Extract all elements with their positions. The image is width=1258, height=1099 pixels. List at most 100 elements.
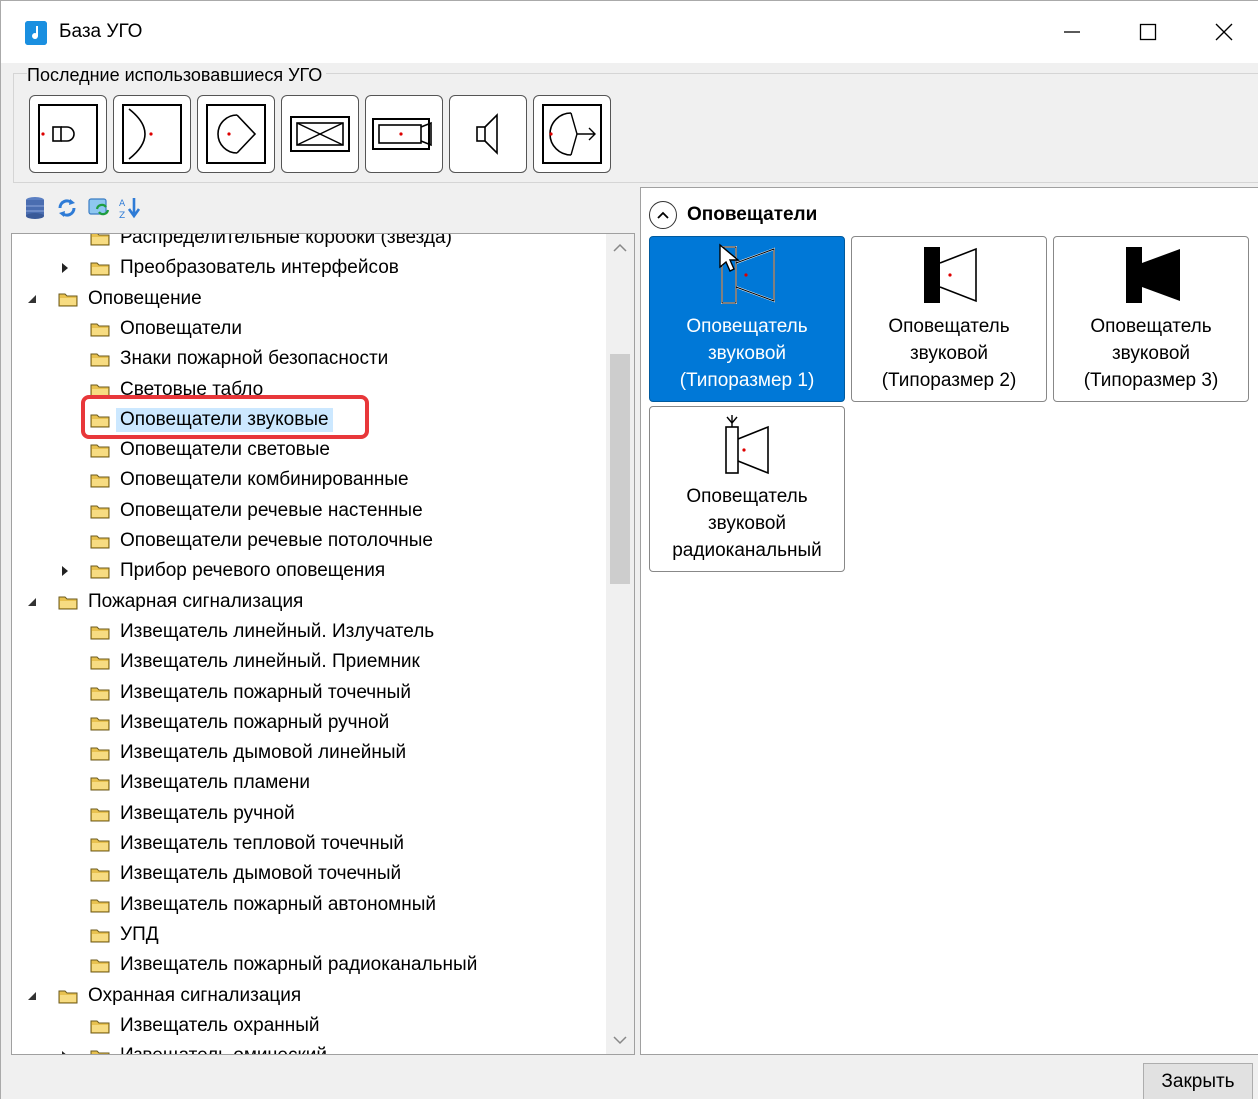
mouse-cursor-icon xyxy=(719,243,740,272)
folder-icon xyxy=(90,1048,110,1054)
collapsed-triangle-icon[interactable] xyxy=(58,1048,72,1054)
tree-item[interactable]: Оповещатели xyxy=(12,314,602,344)
symbol-tile-size-2[interactable]: Оповещатель звуковой (Типоразмер 2) xyxy=(851,236,1047,402)
chevron-up-icon[interactable] xyxy=(649,201,677,229)
recent-camera-symbol[interactable] xyxy=(365,95,443,173)
tree-item-label: Извещатель пламени xyxy=(120,772,310,794)
tree-item[interactable]: Пожарная сигнализация xyxy=(12,587,602,617)
folder-icon xyxy=(90,321,110,337)
tree-item-label: Световые табло xyxy=(120,378,264,400)
tree-item[interactable]: Извещатель линейный. Приемник xyxy=(12,647,602,677)
folder-icon xyxy=(90,503,110,519)
tree-item[interactable]: Извещатель тепловой точечный xyxy=(12,829,602,859)
tree-item[interactable]: Оповещатели речевые потолочные xyxy=(12,526,602,556)
tree-item[interactable]: Извещатель ручной xyxy=(12,799,602,829)
symbol-tile-size-3[interactable]: Оповещатель звуковой (Типоразмер 3) xyxy=(1053,236,1249,402)
folder-icon xyxy=(90,654,110,670)
tile-line-1: Оповещатель xyxy=(686,486,808,507)
expanded-triangle-icon[interactable] xyxy=(26,291,40,307)
folder-icon xyxy=(58,594,78,610)
tree-item-label: Извещатель линейный. Приемник xyxy=(120,651,420,673)
folder-icon xyxy=(90,351,110,367)
tree-item[interactable]: Оповещатели речевые настенные xyxy=(12,496,602,526)
tree-item[interactable]: Преобразователь интерфейсов xyxy=(12,253,602,283)
collapsed-triangle-icon[interactable] xyxy=(58,260,72,276)
tree-toolbar: AZ xyxy=(23,195,143,225)
title-bar: База УГО xyxy=(1,1,1258,63)
recent-speaker-symbol[interactable] xyxy=(29,95,107,173)
symbol-tile-size-1[interactable]: Оповещатель звуковой (Типоразмер 1) xyxy=(649,236,845,402)
tree-item-label: Оповещатели звуковые xyxy=(116,407,333,432)
tree-item-label: Извещатель охранный xyxy=(120,1014,320,1036)
symbol-tile-radio[interactable]: Оповещатель звуковой радиоканальный xyxy=(649,406,845,572)
folder-icon xyxy=(90,745,110,761)
scroll-up-icon[interactable] xyxy=(610,238,630,258)
folder-icon xyxy=(90,624,110,640)
svg-text:A: A xyxy=(119,199,126,209)
scroll-thumb[interactable] xyxy=(610,354,630,584)
tree-item-label: Знаки пожарной безопасности xyxy=(120,348,389,370)
tree-item[interactable]: Охранная сигнализация xyxy=(12,981,602,1011)
recent-semicircle-arrow-symbol[interactable] xyxy=(197,95,275,173)
tree-item-label: Оповещатели речевые настенные xyxy=(120,499,423,521)
tile-line-2: звуковой xyxy=(909,343,989,364)
tree-item-label: Преобразователь интерфейсов xyxy=(120,257,399,279)
tree-item[interactable]: Оповещатели световые xyxy=(12,435,602,465)
tile-line-3: (Типоразмер 3) xyxy=(1083,370,1219,391)
recent-crossed-box-symbol[interactable] xyxy=(281,95,359,173)
recent-arc-arrow-symbol[interactable] xyxy=(533,95,611,173)
expanded-triangle-icon[interactable] xyxy=(26,594,40,610)
tile-line-3: радиоканальный xyxy=(672,540,822,561)
tree-item[interactable]: Оповещение xyxy=(12,284,602,314)
tree-item[interactable]: Извещатель пожарный радиоканальный xyxy=(12,950,602,980)
tile-line-1: Оповещатель xyxy=(686,316,808,337)
recent-wall-arc-symbol[interactable] xyxy=(113,95,191,173)
tree-scrollbar[interactable] xyxy=(606,234,634,1054)
tree-item-label: Извещатель дымовой линейный xyxy=(120,742,407,764)
close-button[interactable]: Закрыть xyxy=(1143,1063,1253,1099)
database-icon[interactable] xyxy=(23,195,47,221)
maximize-button[interactable] xyxy=(1113,1,1183,63)
folder-icon xyxy=(90,382,110,398)
tree-item[interactable]: Извещатель дымовой линейный xyxy=(12,738,602,768)
tree-item[interactable]: Извещатель дымовой точечный xyxy=(12,859,602,889)
tree-item-label: Извещатель тепловой точечный xyxy=(120,833,404,854)
tree-item[interactable]: Световые табло xyxy=(12,375,602,405)
folder-icon xyxy=(90,685,110,701)
tree-item[interactable]: Извещатель пламени xyxy=(12,768,602,798)
tree-item[interactable]: Извещатель охранный xyxy=(12,1011,602,1041)
tree-item[interactable]: Оповещатели звуковые xyxy=(12,405,602,435)
tree-item-label: Извещатель дымовой точечный xyxy=(120,863,402,885)
folder-icon xyxy=(58,988,78,1004)
tree-item[interactable]: Извещатель пожарный ручной xyxy=(12,708,602,738)
folder-icon xyxy=(90,897,110,913)
scroll-down-icon[interactable] xyxy=(610,1030,630,1050)
tree-item[interactable]: Распределительные коробки (звезда) xyxy=(12,233,602,253)
folder-icon xyxy=(90,472,110,488)
tree-item[interactable]: Извещатель линейный. Излучатель xyxy=(12,617,602,647)
tree-item-label: Извещатель пожарный точечный xyxy=(120,681,411,703)
tree-item[interactable]: Оповещатели комбинированные xyxy=(12,465,602,495)
tree-item[interactable]: Извещатель пожарный автономный xyxy=(12,890,602,920)
expanded-triangle-icon[interactable] xyxy=(26,988,40,1004)
gallery-section-header[interactable]: Оповещатели xyxy=(649,200,817,230)
sync-folder-icon[interactable] xyxy=(87,195,111,221)
collapsed-triangle-icon[interactable] xyxy=(58,563,72,579)
tree-item[interactable]: Знаки пожарной безопасности xyxy=(12,344,602,374)
folder-icon xyxy=(90,563,110,579)
category-tree[interactable]: Распределительные коробки (звезда) Преобр… xyxy=(11,233,635,1055)
tree-item[interactable]: УПД xyxy=(12,920,602,950)
tree-item-label: Оповещатели световые xyxy=(120,439,330,461)
window-close-button[interactable] xyxy=(1189,1,1258,63)
tree-item[interactable]: Извещатель пожарный точечный xyxy=(12,678,602,708)
tree-item[interactable]: Прибор речевого оповещения xyxy=(12,556,602,586)
tree-item-label: Извещатель ручной xyxy=(120,802,295,824)
refresh-icon[interactable] xyxy=(55,195,79,221)
tree-item[interactable]: Извещатель омический xyxy=(12,1041,602,1054)
tree-item-label: Распределительные коробки (звезда) xyxy=(120,233,452,248)
recent-horn-symbol[interactable] xyxy=(449,95,527,173)
minimize-button[interactable] xyxy=(1037,1,1107,63)
tree-item-label: Извещатель линейный. Излучатель xyxy=(120,620,435,642)
tile-line-2: звуковой xyxy=(707,513,787,534)
sort-icon[interactable]: AZ xyxy=(119,195,143,221)
